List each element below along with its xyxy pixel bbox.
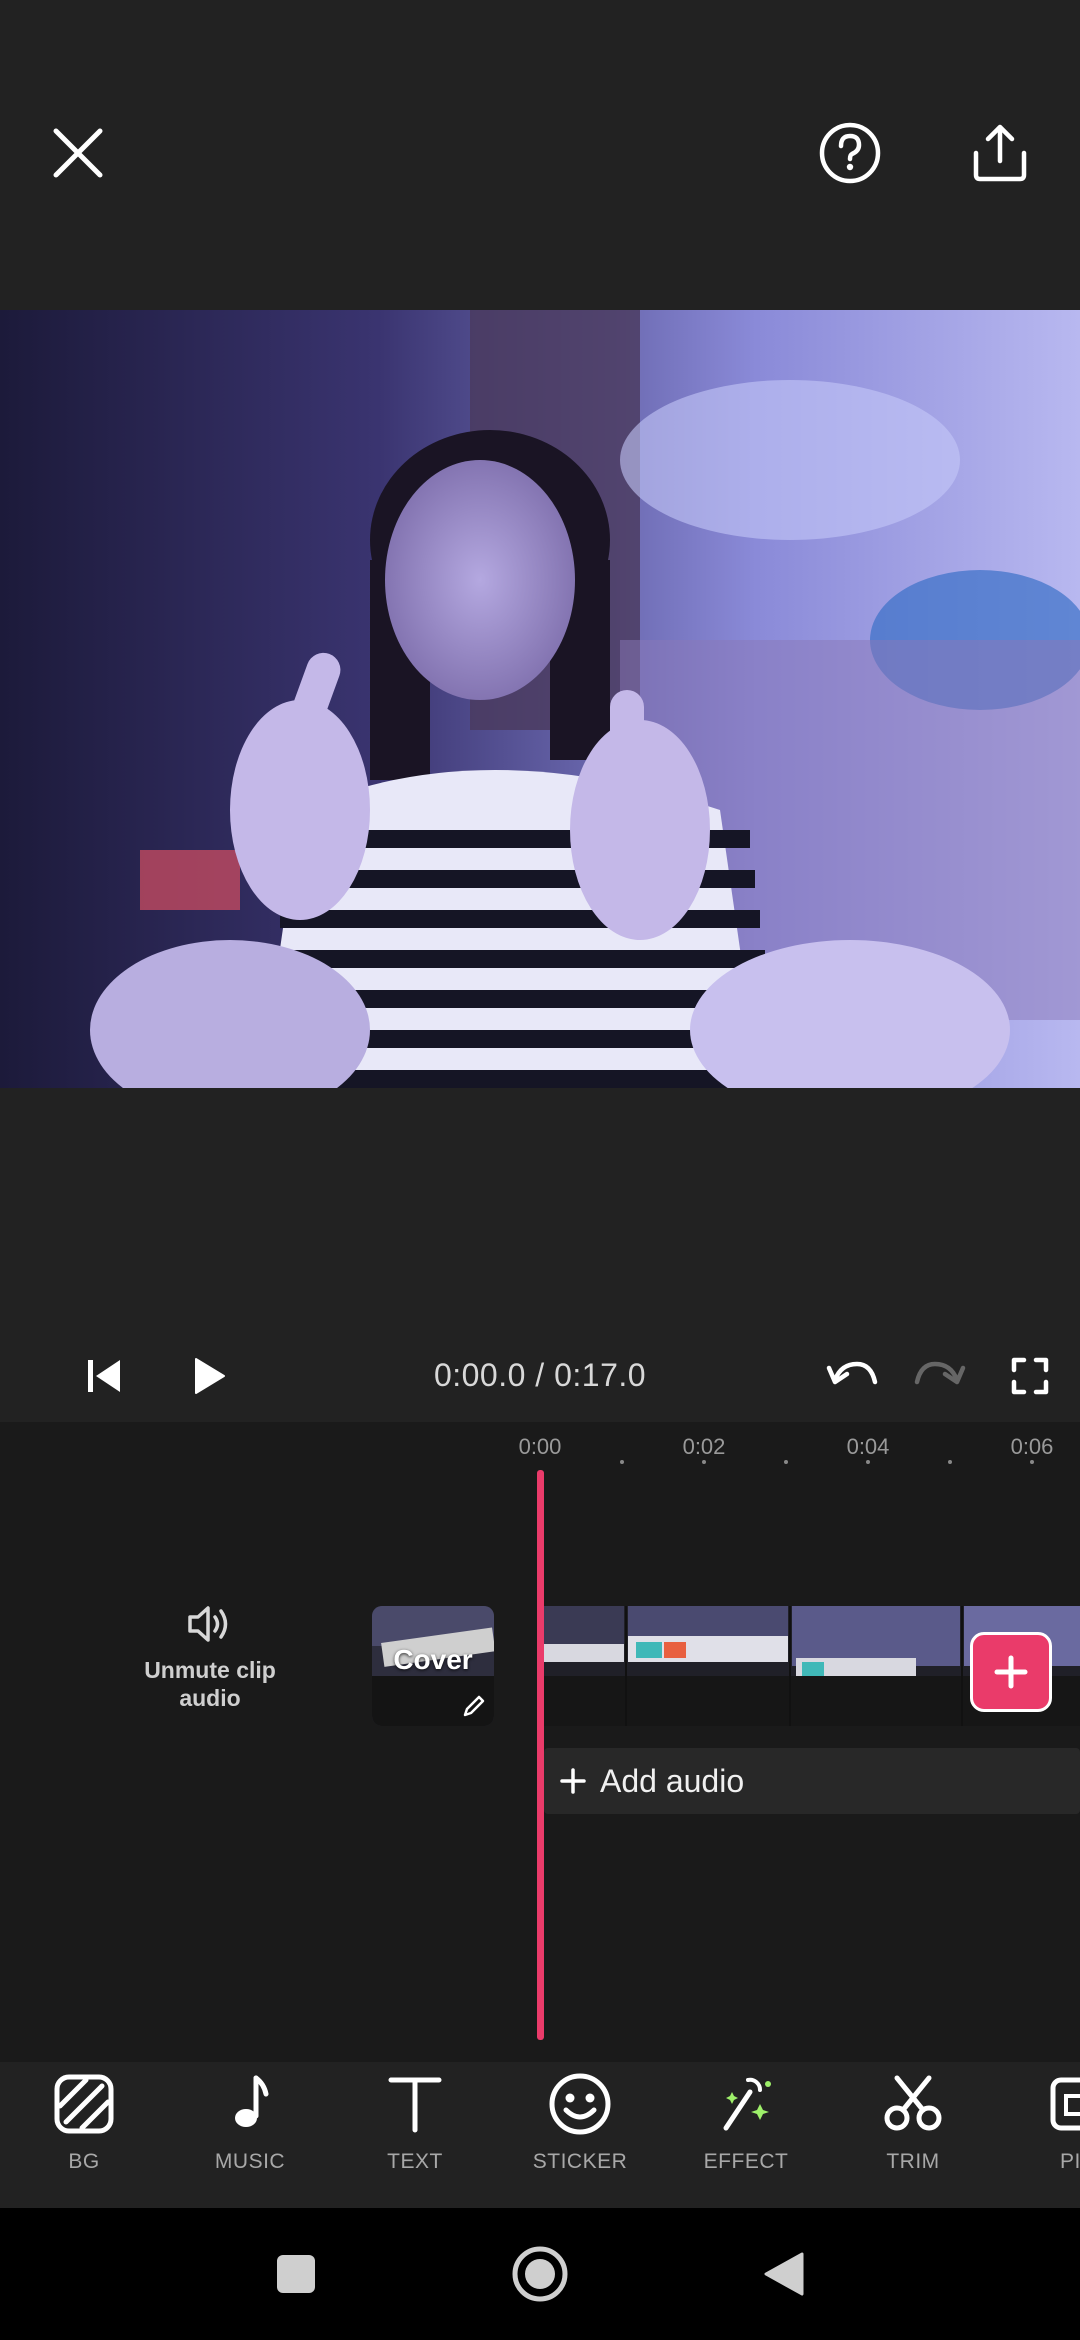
share-upload-icon [973, 124, 1027, 181]
tool-sticker[interactable]: STICKER [510, 2062, 650, 2208]
ruler-dot [948, 1460, 952, 1464]
tool-label: EFFECT [703, 2150, 789, 2173]
ruler-tick-label: 0:02 [682, 1434, 726, 1459]
tool-trim[interactable]: TRIM [843, 2062, 983, 2208]
tool-text[interactable]: TEXT [345, 2062, 485, 2208]
background-icon [54, 2074, 114, 2134]
tool-effect[interactable]: EFFECT [676, 2062, 816, 2208]
editor-toolbar: BG MUSIC TEXT STICKER EFFECT TRIM PI [0, 2062, 1080, 2208]
play-icon [195, 1358, 225, 1394]
ruler-dot [1030, 1460, 1034, 1464]
speaker-icon [188, 1606, 228, 1642]
undo-button[interactable] [824, 1348, 880, 1404]
tool-label: BG [68, 2150, 100, 2173]
pencil-icon [463, 1695, 485, 1717]
redo-button[interactable] [912, 1348, 968, 1404]
unmute-label: Unmute clip audio [144, 1656, 276, 1712]
recent-apps-button[interactable] [266, 2244, 326, 2304]
video-frame-image [0, 310, 1080, 1088]
tool-label: TEXT [387, 2150, 443, 2173]
fullscreen-icon [1011, 1357, 1049, 1395]
top-bar [0, 0, 1080, 310]
close-button[interactable] [40, 115, 115, 190]
fullscreen-button[interactable] [1002, 1348, 1058, 1404]
time-readout: 0:00.0 / 0:17.0 [433, 1357, 647, 1393]
magic-wand-icon [723, 2077, 771, 2131]
ruler-dot [620, 1460, 624, 1464]
tool-label: MUSIC [214, 2150, 286, 2173]
system-navigation-bar [0, 2208, 1080, 2340]
ruler-dot [784, 1460, 788, 1464]
close-icon [53, 128, 102, 177]
ruler-tick-label: 0:04 [846, 1434, 890, 1459]
timeline[interactable]: 0:00 0:02 0:04 0:06 Unmute clip audio Co… [0, 1422, 1080, 2062]
square-icon [277, 2255, 315, 2293]
add-clip-button[interactable] [970, 1632, 1052, 1712]
tool-bg[interactable]: BG [14, 2062, 154, 2208]
ruler-dot [702, 1460, 706, 1464]
home-button[interactable] [510, 2244, 570, 2304]
cover-label: Cover [393, 1644, 473, 1675]
scissors-icon [884, 2075, 942, 2131]
plus-icon [994, 1655, 1028, 1689]
redo-icon [914, 1361, 966, 1385]
help-circle-icon [819, 122, 881, 184]
playhead[interactable] [537, 1470, 544, 2040]
tool-music[interactable]: MUSIC [180, 2062, 320, 2208]
skip-to-start-button[interactable] [76, 1348, 132, 1404]
home-circle-icon [512, 2246, 568, 2302]
playback-controls: 0:00.0 / 0:17.0 [0, 1330, 1080, 1420]
ruler-tick-label: 0:06 [1010, 1434, 1054, 1459]
tool-label: PI [1060, 2150, 1080, 2173]
skip-to-start-icon [88, 1360, 120, 1392]
add-audio-label: Add audio [600, 1762, 745, 1799]
tool-label: STICKER [532, 2150, 628, 2173]
music-note-icon [235, 2075, 269, 2127]
ruler-tick-label: 0:00 [518, 1434, 562, 1459]
unmute-label-line2: audio [179, 1685, 241, 1711]
pip-icon [1050, 2077, 1080, 2131]
unmute-clip-audio-button[interactable]: Unmute clip audio [120, 1602, 300, 1732]
tool-label: TRIM [886, 2150, 940, 2173]
add-audio-button[interactable]: Add audio [544, 1748, 1080, 1814]
undo-icon [826, 1361, 878, 1385]
cover-button[interactable]: Cover [372, 1606, 494, 1726]
unmute-label-line1: Unmute clip [144, 1657, 276, 1683]
smiley-icon [549, 2073, 611, 2135]
text-icon [388, 2077, 442, 2133]
plus-icon [560, 1768, 586, 1794]
back-button[interactable] [754, 2244, 814, 2304]
ruler-dot [866, 1460, 870, 1464]
play-button[interactable] [180, 1348, 236, 1404]
tool-pip[interactable]: PI [1008, 2062, 1080, 2208]
back-triangle-icon [764, 2252, 804, 2296]
video-preview[interactable] [0, 310, 1080, 1088]
share-button[interactable] [960, 115, 1040, 190]
help-button[interactable] [810, 118, 890, 188]
